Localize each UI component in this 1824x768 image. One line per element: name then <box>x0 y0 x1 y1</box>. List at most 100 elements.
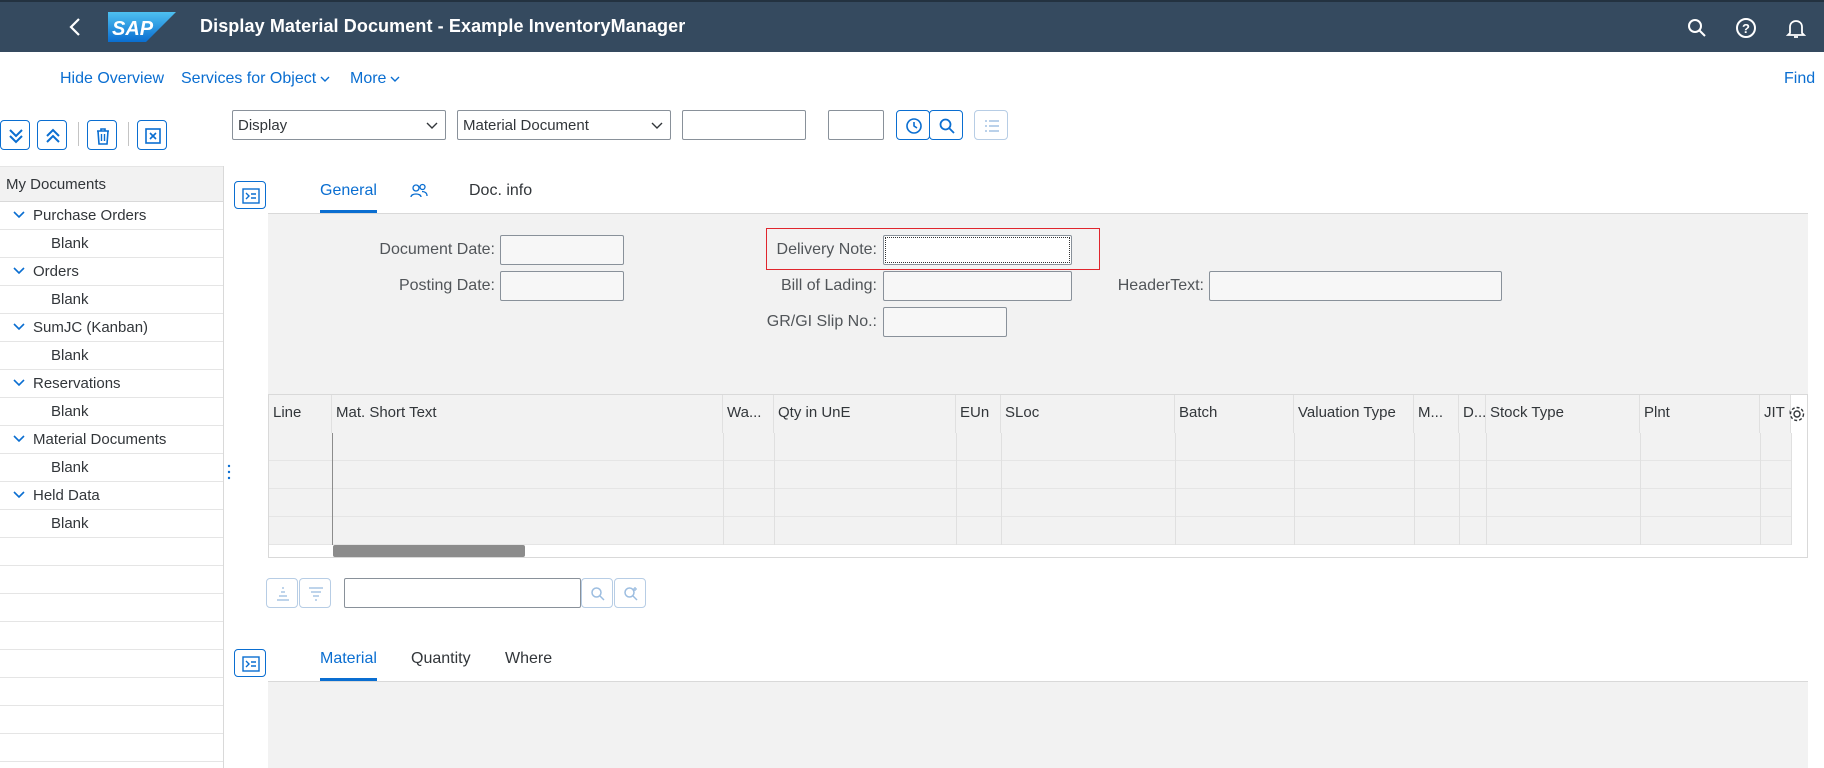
item-find-button[interactable] <box>581 578 613 608</box>
chevron-down-icon <box>426 122 438 129</box>
find-button[interactable]: Find <box>1784 70 1815 88</box>
empty-row <box>0 706 223 734</box>
search-button[interactable] <box>1685 16 1709 40</box>
tree-node-material-documents[interactable]: Material Documents <box>0 426 223 454</box>
fixed-column-divider <box>332 433 333 545</box>
delete-button[interactable] <box>87 120 117 150</box>
col-header-qty-in-une[interactable]: Qty in UnE <box>774 395 956 433</box>
column-divider <box>1175 433 1176 545</box>
col-header-eun[interactable]: EUn <box>956 395 1001 433</box>
table-row[interactable] <box>269 489 1791 517</box>
col-header-valuation-type[interactable]: Valuation Type <box>1294 395 1414 433</box>
hide-overview-button[interactable]: Hide Overview <box>60 70 164 88</box>
tree-node-purchase-orders[interactable]: Purchase Orders <box>0 202 223 230</box>
document-number-input[interactable] <box>682 110 806 140</box>
col-header-stock-type[interactable]: Stock Type <box>1486 395 1640 433</box>
services-for-object-menu[interactable]: Services for Object <box>181 70 330 88</box>
document-year-input[interactable] <box>828 110 884 140</box>
tree-leaf[interactable]: Blank <box>0 286 223 314</box>
gr-gi-slip-input[interactable] <box>883 307 1007 337</box>
sort-ascending-button[interactable] <box>266 578 298 608</box>
column-divider <box>1760 433 1761 545</box>
tree-node-sumjc-kanban[interactable]: SumJC (Kanban) <box>0 314 223 342</box>
tab-partners[interactable] <box>409 182 429 205</box>
tab-material[interactable]: Material <box>320 650 377 681</box>
tree-node-reservations[interactable]: Reservations <box>0 370 223 398</box>
close-button[interactable] <box>137 120 167 150</box>
panel-splitter[interactable] <box>226 108 232 768</box>
help-button[interactable]: ? <box>1734 16 1758 40</box>
col-header-plnt[interactable]: Plnt <box>1640 395 1760 433</box>
table-settings-icon[interactable] <box>1788 405 1806 423</box>
header-text-input[interactable] <box>1209 271 1502 301</box>
expand-all-button[interactable] <box>0 120 30 150</box>
tree-node-label: Orders <box>33 263 79 280</box>
tree-leaf[interactable]: Blank <box>0 454 223 482</box>
tree-leaf[interactable]: Blank <box>0 342 223 370</box>
column-divider <box>956 433 957 545</box>
tab-general[interactable]: General <box>320 182 377 213</box>
document-tree: My Documents Purchase Orders Blank Order… <box>0 166 224 768</box>
table-row[interactable] <box>269 517 1791 545</box>
splitter-grip-icon <box>227 464 231 480</box>
tree-leaf[interactable]: Blank <box>0 230 223 258</box>
col-header-mat-short-text[interactable]: Mat. Short Text <box>332 395 723 433</box>
sort-ascending-icon <box>277 587 289 601</box>
sap-logo[interactable]: SAP <box>108 12 176 42</box>
filter-button[interactable] <box>299 578 331 608</box>
collapse-all-button[interactable] <box>37 120 67 150</box>
more-menu[interactable]: More <box>350 70 400 88</box>
tree-leaf[interactable]: Blank <box>0 398 223 426</box>
action-select-value: Display <box>238 117 288 134</box>
search-icon <box>591 587 605 601</box>
tree-leaf[interactable]: Blank <box>0 510 223 538</box>
double-chevron-up-icon <box>46 128 60 143</box>
col-header-batch[interactable]: Batch <box>1175 395 1294 433</box>
empty-row <box>0 650 223 678</box>
tree-node-label: Reservations <box>33 375 121 392</box>
col-header-m[interactable]: M... <box>1414 395 1459 433</box>
column-divider <box>723 433 724 545</box>
back-button[interactable] <box>64 15 88 39</box>
table-row[interactable] <box>269 433 1791 461</box>
tree-node-held-data[interactable]: Held Data <box>0 482 223 510</box>
document-date-input[interactable] <box>500 235 624 265</box>
item-detail-area <box>268 682 1808 768</box>
focus-highlight <box>766 228 1100 270</box>
tab-where[interactable]: Where <box>505 650 552 668</box>
horizontal-scrollbar[interactable] <box>333 545 525 557</box>
notifications-button[interactable] <box>1784 16 1808 40</box>
header-collapse-button[interactable] <box>234 181 266 209</box>
tab-doc-info[interactable]: Doc. info <box>469 182 532 200</box>
col-header-wa[interactable]: Wa... <box>723 395 774 433</box>
search-icon <box>1688 19 1706 37</box>
table-row[interactable] <box>269 461 1791 489</box>
history-button[interactable] <box>896 110 930 140</box>
col-header-d[interactable]: D... <box>1459 395 1486 433</box>
bill-of-lading-input[interactable] <box>883 271 1072 301</box>
object-select[interactable]: Material Document <box>457 110 671 140</box>
chevron-down-icon <box>13 323 25 331</box>
search-plus-icon <box>624 587 638 601</box>
item-find-next-button[interactable] <box>614 578 646 608</box>
svg-text:?: ? <box>1742 21 1750 36</box>
tree-node-orders[interactable]: Orders <box>0 258 223 286</box>
item-search-input[interactable] <box>344 578 581 608</box>
tree-leaf-label: Blank <box>51 459 89 476</box>
action-select[interactable]: Display <box>232 110 446 140</box>
posting-date-input[interactable] <box>500 271 624 301</box>
col-header-sloc[interactable]: SLoc <box>1001 395 1175 433</box>
item-collapse-button[interactable] <box>234 649 266 677</box>
tab-quantity[interactable]: Quantity <box>411 650 471 668</box>
people-icon <box>410 183 428 198</box>
empty-row <box>0 594 223 622</box>
col-header-jit[interactable]: JIT C <box>1760 395 1791 433</box>
list-button[interactable] <box>974 110 1008 140</box>
column-divider <box>1459 433 1460 545</box>
tree-node-label: SumJC (Kanban) <box>33 319 149 336</box>
col-header-line[interactable]: Line <box>269 395 332 433</box>
services-label: Services for Object <box>181 70 317 87</box>
execute-search-button[interactable] <box>929 110 963 140</box>
more-label: More <box>350 70 387 87</box>
tree-header: My Documents <box>0 166 223 202</box>
